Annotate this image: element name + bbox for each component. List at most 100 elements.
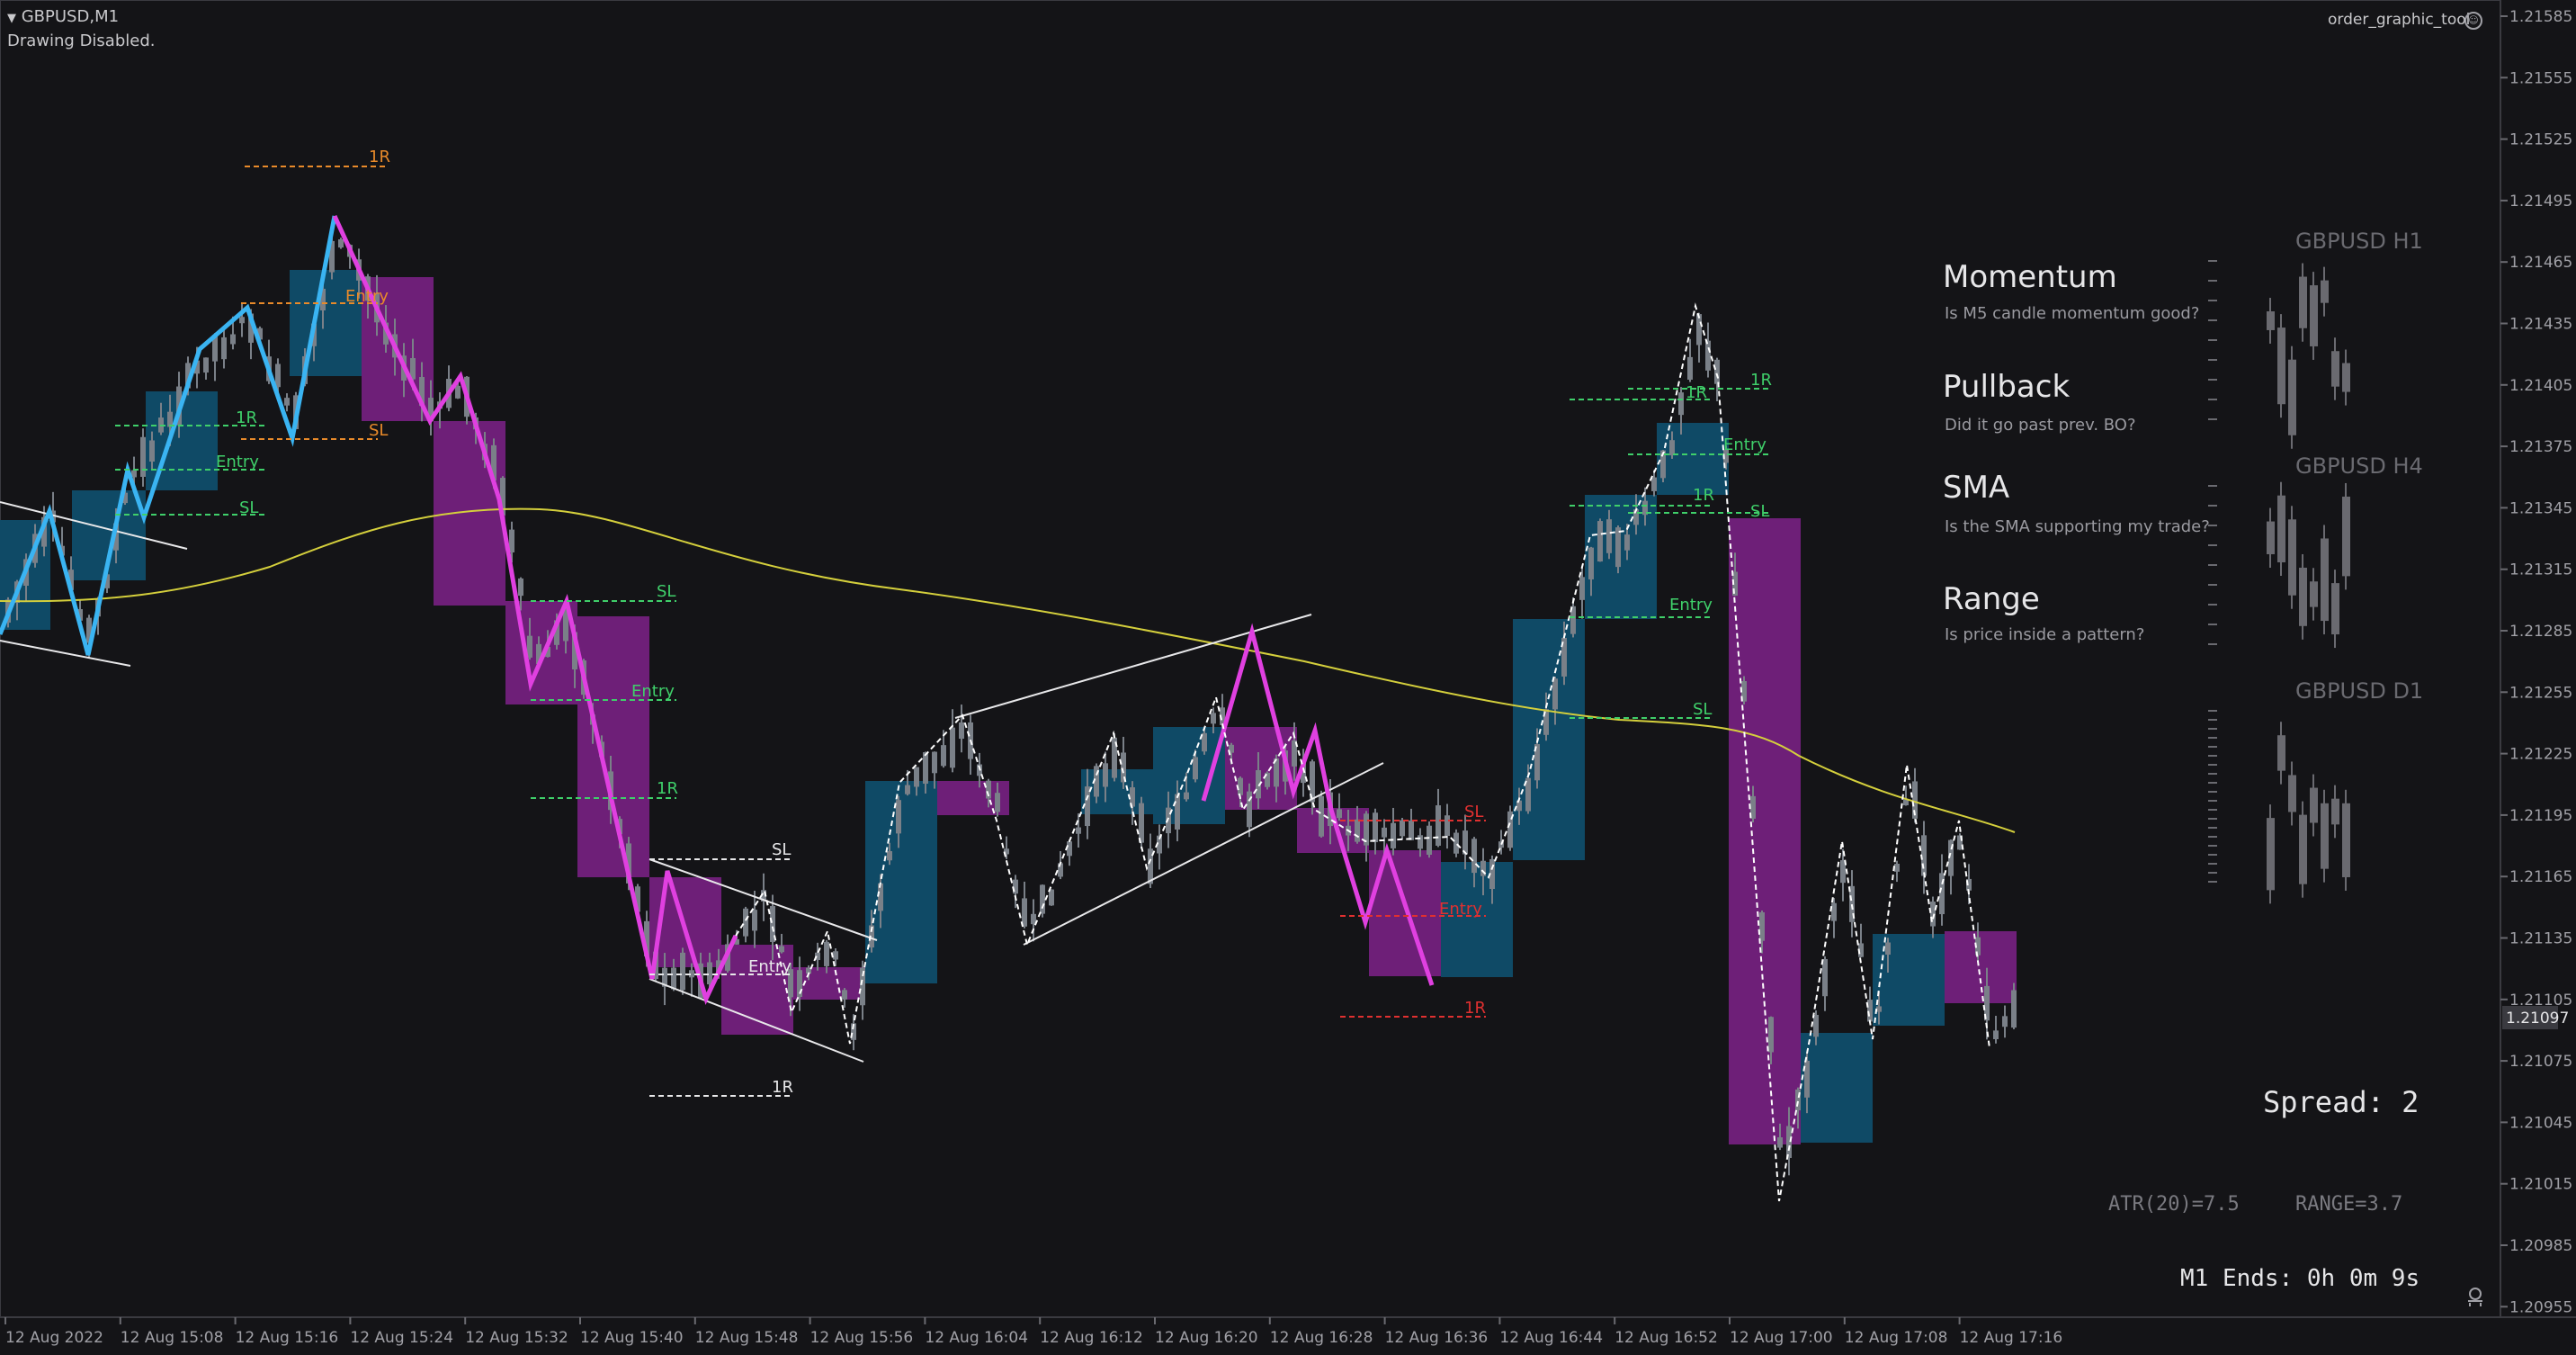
time-label: 12 Aug 15:24: [350, 1329, 453, 1347]
level-1r-label: 1R: [236, 408, 257, 427]
candle-body: [203, 357, 209, 373]
candle-body: [1615, 527, 1621, 568]
level-1r-label: 1R: [1693, 486, 1714, 505]
candle-body: [284, 398, 290, 406]
chevron-down-icon[interactable]: ▼: [7, 12, 16, 25]
mini-candle-body: [2288, 359, 2296, 435]
candle-body: [149, 440, 155, 462]
bull-box: [1657, 423, 1729, 495]
candle-body: [1705, 340, 1711, 371]
smiley-icon[interactable]: ☺: [2464, 12, 2482, 30]
candle-body: [2011, 990, 2017, 1028]
current-price-label: 1.21097: [2506, 1010, 2569, 1027]
candle-body: [1391, 822, 1396, 848]
symbol-label: GBPUSD,M1: [21, 7, 120, 26]
time-label: 12 Aug 15:56: [810, 1329, 914, 1347]
level-sl-label: SL: [657, 582, 675, 601]
mini-candle-body: [2310, 581, 2318, 607]
candle-body: [752, 910, 757, 931]
candle-body: [1687, 356, 1693, 381]
candle-body: [914, 767, 919, 787]
candle-body: [1238, 777, 1243, 795]
candle-body: [275, 363, 281, 388]
candle-body: [1022, 898, 1027, 927]
level-sl-label: SL: [1693, 700, 1712, 719]
candle-body: [833, 951, 838, 960]
bull-box: [1513, 619, 1585, 860]
checklist-title-sma: SMA: [1943, 470, 2010, 506]
price-label: 1.21345: [2509, 499, 2572, 517]
mini-candle-body: [2277, 735, 2285, 771]
candle-body: [959, 722, 964, 740]
range-label: RANGE=3.7: [2295, 1193, 2403, 1216]
candle-body: [878, 883, 883, 911]
price-label: 1.21225: [2509, 746, 2572, 764]
candle-body: [995, 793, 1000, 812]
candle-body: [1202, 732, 1207, 752]
level-entry-label: Entry: [1439, 900, 1482, 919]
candle-body: [707, 962, 712, 985]
price-label: 1.21135: [2509, 930, 2572, 948]
candle-body: [518, 578, 523, 597]
candle-body: [167, 411, 173, 427]
price-axis[interactable]: 1.21585 1.21555 1.21525 1.21495 1.21465 1.214…: [2500, 8, 2572, 1316]
bull-box: [290, 270, 362, 376]
candle-body: [941, 745, 946, 767]
checklist-title-pullback: Pullback: [1943, 369, 2071, 405]
level-entry-label: Entry: [345, 287, 389, 306]
mini-candle-body: [2288, 775, 2296, 812]
price-label: 1.21195: [2509, 807, 2572, 825]
mini-candle-body: [2321, 538, 2329, 622]
time-label: 12 Aug 16:04: [925, 1329, 1028, 1347]
level-sl-label: SL: [1464, 803, 1483, 821]
level-1r-label: 1R: [772, 1078, 793, 1097]
candle-body: [1453, 832, 1459, 854]
mini-candle-body: [2288, 519, 2296, 596]
time-axis[interactable]: 12 Aug 2022 12 Aug 15:08 12 Aug 15:16 12 Au…: [4, 1317, 2062, 1347]
candle-body: [338, 238, 344, 248]
candle-body: [680, 952, 685, 991]
mini-candle-body: [2267, 818, 2275, 891]
candle-body: [1175, 794, 1180, 830]
mini-candle-body: [2331, 798, 2339, 825]
candle-body: [887, 850, 892, 861]
mini-candle-body: [2331, 351, 2339, 387]
level-entry-label: Entry: [1723, 435, 1767, 454]
candle-body: [1624, 534, 1630, 551]
candle-body: [1588, 547, 1594, 579]
chart-area[interactable]: [0, 0, 2501, 1318]
time-label: 12 Aug 16:44: [1499, 1329, 1603, 1347]
level-sl-label: SL: [772, 840, 791, 859]
mini-candle-body: [2342, 363, 2350, 392]
candle-body: [1427, 825, 1432, 856]
mini-chart-title-d1: GBPUSD D1: [2295, 678, 2424, 704]
price-label: 1.21555: [2509, 69, 2572, 87]
candle-body: [1813, 1014, 1819, 1037]
candle-body: [1885, 942, 1891, 956]
time-label: 12 Aug 17:08: [1845, 1329, 1948, 1347]
price-chart[interactable]: 1R Entry SL 1R Entry SL SL Entry 1R SL E…: [0, 0, 2576, 1355]
time-label: 12 Aug 16:12: [1040, 1329, 1143, 1347]
candle-body: [1714, 359, 1720, 384]
level-sl-label: SL: [1750, 502, 1769, 521]
candle-body: [1355, 819, 1360, 842]
price-label: 1.20985: [2509, 1237, 2572, 1255]
mini-chart-title-h1: GBPUSD H1: [2295, 229, 2423, 254]
mini-candle-body: [2267, 521, 2275, 554]
candle-body: [1597, 521, 1603, 562]
mini-candle-body: [2310, 285, 2318, 346]
level-sl-label: SL: [239, 498, 258, 517]
candle-body: [1552, 678, 1558, 710]
candle-body: [1606, 519, 1612, 553]
bear-box: [577, 616, 649, 877]
candle-body: [1184, 792, 1189, 800]
bull-box: [1153, 727, 1225, 824]
checklist-question-range: Is price inside a pattern?: [1945, 625, 2145, 644]
level-entry-label: Entry: [748, 957, 792, 976]
candle-body: [1822, 958, 1828, 997]
candle-body: [1651, 477, 1657, 491]
price-label: 1.21465: [2509, 254, 2572, 272]
candle-body: [1579, 577, 1585, 600]
time-label: 12 Aug 15:16: [236, 1329, 339, 1347]
symbol-header[interactable]: ▼ GBPUSD,M1: [7, 7, 119, 26]
